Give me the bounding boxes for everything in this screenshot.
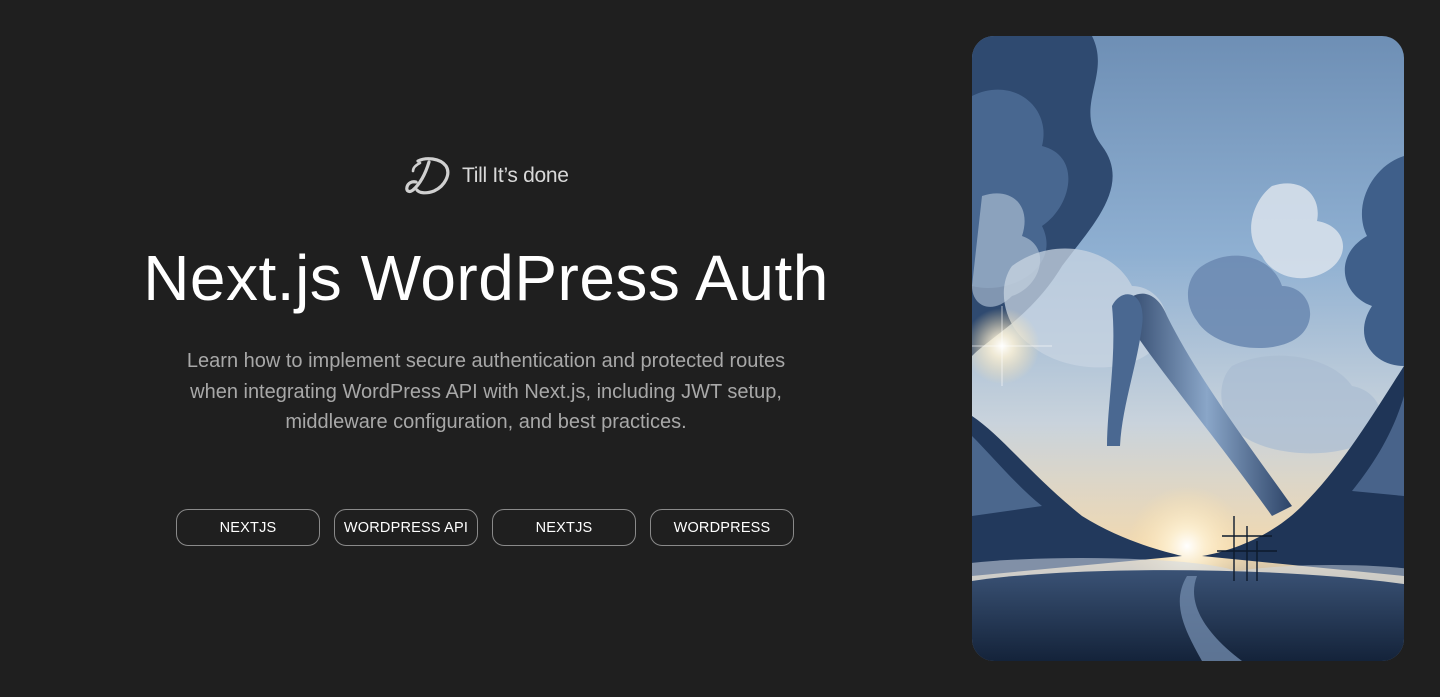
- hero-content: Till It’s done Next.js WordPress Auth Le…: [0, 0, 972, 697]
- brand-logo-icon: [405, 157, 450, 195]
- tag-list: NEXTJS WORDPRESS API NEXTJS WORDPRESS: [176, 509, 794, 546]
- brand-name: Till It’s done: [462, 164, 569, 187]
- page-title: Next.js WordPress Auth: [143, 242, 829, 314]
- tag-wordpress-api[interactable]: WORDPRESS API: [334, 509, 478, 546]
- tag-wordpress[interactable]: WORDPRESS: [650, 509, 794, 546]
- page-description: Learn how to implement secure authentica…: [186, 350, 786, 433]
- article-hero-page: Till It’s done Next.js WordPress Auth Le…: [0, 0, 1440, 697]
- tag-nextjs-2[interactable]: NEXTJS: [492, 509, 636, 546]
- cloud-landscape-image: [972, 36, 1404, 661]
- brand[interactable]: Till It’s done: [404, 156, 569, 196]
- tag-nextjs[interactable]: NEXTJS: [176, 509, 320, 546]
- hero-image: [972, 36, 1404, 661]
